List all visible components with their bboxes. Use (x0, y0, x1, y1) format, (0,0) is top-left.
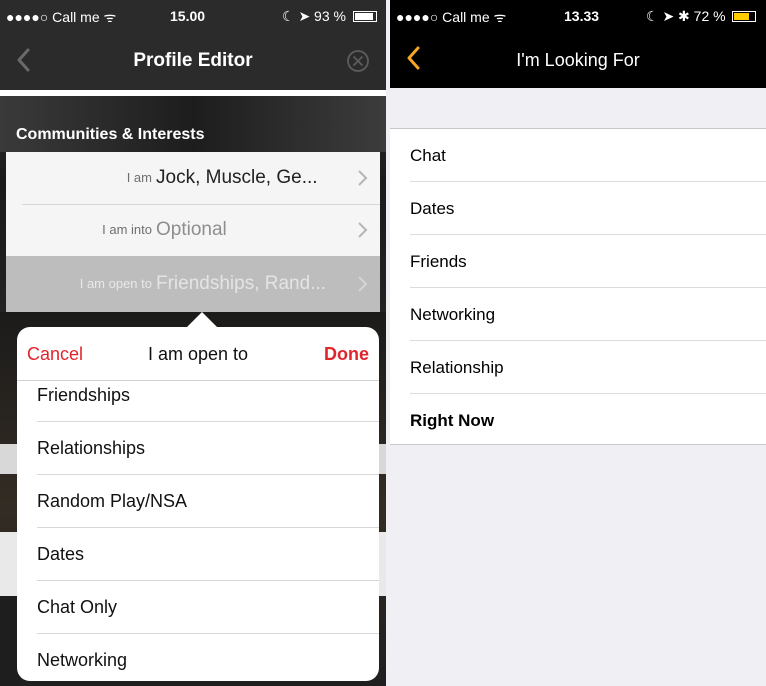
nav-bar: Profile Editor (0, 32, 386, 90)
option-random-play[interactable]: Random Play/NSA (17, 475, 379, 528)
option-label: Random Play/NSA (37, 491, 188, 511)
item-label: Networking (410, 305, 496, 324)
open-to-picker-popover: Cancel I am open to Done Friendships Rel… (17, 327, 379, 681)
option-networking[interactable]: Networking (17, 634, 379, 681)
profile-form: I am Jock, Muscle, Ge... I am into Optio… (6, 152, 380, 256)
looking-for-screen: ●●●●○ Call me ᯤ 13.33 ☾ ➤ ✱ 72 % I'm Loo… (386, 0, 766, 686)
battery-icon (352, 11, 377, 22)
status-time: 13.33 (564, 8, 600, 24)
list-item-relationship[interactable]: Relationship (390, 341, 766, 394)
done-button[interactable]: Done (324, 344, 369, 365)
item-label: Right Now (410, 411, 495, 430)
nav-bar: I'm Looking For (390, 32, 766, 88)
section-title: Communities & Interests (16, 126, 205, 143)
option-dates[interactable]: Dates (17, 528, 379, 581)
list-item-right-now[interactable]: Right Now (390, 394, 766, 447)
chevron-right-icon (358, 170, 368, 186)
row-i-am[interactable]: I am Jock, Muscle, Ge... (6, 152, 380, 205)
item-label: Chat (410, 146, 446, 165)
item-label: Dates (410, 199, 455, 218)
item-label: Friends (410, 252, 467, 271)
row-i-am-into[interactable]: I am into Optional (6, 204, 380, 256)
option-label: Chat Only (37, 597, 118, 617)
row-label: I am into (102, 222, 152, 237)
row-value: Optional (156, 219, 227, 240)
status-indicator-text: ☾ ➤ 93 % (282, 8, 346, 24)
status-bar: ●●●●○ Call me ᯤ 15.00 ☾ ➤ 93 % (0, 0, 386, 32)
option-label: Dates (37, 544, 85, 564)
chevron-right-icon (358, 222, 368, 238)
status-indicator-text: ☾ ➤ ✱ 72 % (646, 8, 726, 24)
popover-arrow (186, 312, 218, 328)
profile-editor-screen: ●●●●○ Call me ᯤ 15.00 ☾ ➤ 93 % Profile E… (0, 0, 386, 686)
carrier-label: ●●●●○ Call me ᯤ (396, 9, 507, 25)
list-item-chat[interactable]: Chat (390, 129, 766, 182)
row-label: I am open to (79, 276, 152, 291)
close-circle-icon[interactable] (346, 49, 370, 73)
option-label: Networking (37, 650, 128, 670)
chevron-right-icon (358, 276, 368, 292)
status-bar: ●●●●○ Call me ᯤ 13.33 ☾ ➤ ✱ 72 % (390, 0, 766, 32)
battery-icon (732, 11, 757, 22)
status-time: 15.00 (170, 8, 206, 24)
option-chat-only[interactable]: Chat Only (17, 581, 379, 634)
looking-for-list: Chat Dates Friends Networking Relationsh… (390, 128, 766, 445)
list-item-friends[interactable]: Friends (390, 235, 766, 288)
page-title: I'm Looking For (516, 50, 640, 70)
page-title: Profile Editor (133, 50, 253, 71)
row-label: I am (126, 170, 152, 185)
status-indicators: ☾ ➤ 93 % (282, 8, 377, 25)
list-item-networking[interactable]: Networking (390, 288, 766, 341)
status-indicators: ☾ ➤ ✱ 72 % (646, 8, 757, 25)
option-label: Friendships (37, 385, 131, 405)
carrier-label: ●●●●○ Call me ᯤ (6, 9, 117, 25)
row-value: Friendships, Rand... (156, 273, 327, 294)
option-relationships[interactable]: Relationships (17, 422, 379, 475)
option-label: Relationships (37, 438, 146, 458)
list-item-dates[interactable]: Dates (390, 182, 766, 235)
row-i-am-open-to[interactable]: I am open to Friendships, Rand... (6, 256, 380, 312)
option-friendships[interactable]: Friendships (17, 369, 379, 422)
row-value: Jock, Muscle, Ge... (156, 167, 318, 188)
item-label: Relationship (410, 358, 504, 377)
